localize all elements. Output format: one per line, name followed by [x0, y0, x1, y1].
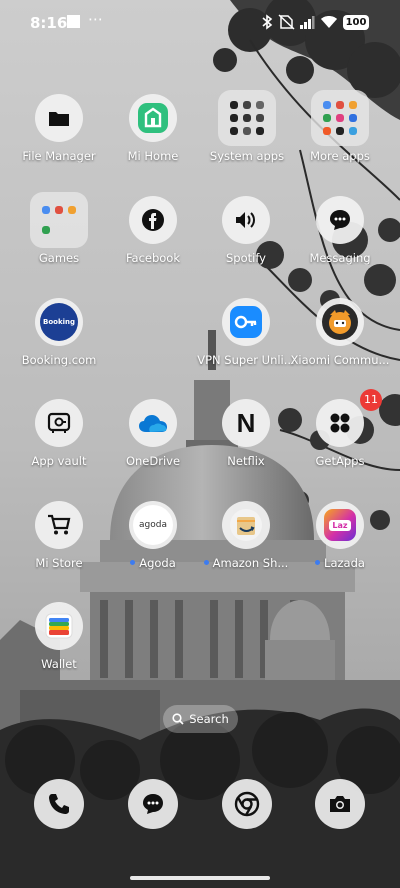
app-label: Xiaomi Commu... — [290, 353, 390, 367]
new-app-dot — [130, 560, 136, 565]
app-label: Messaging — [309, 251, 371, 265]
home-indicator[interactable] — [130, 876, 270, 880]
app-messaging[interactable]: Messaging — [290, 196, 390, 278]
app-label: Netflix — [227, 454, 265, 468]
app-label: Mi Home — [127, 149, 179, 163]
folder-grid-icon — [30, 192, 88, 248]
chat-bubble-icon — [316, 196, 364, 244]
app-label: App vault — [31, 454, 87, 468]
folder-icon — [35, 94, 83, 142]
more-notifications-icon: ⋯ — [88, 10, 104, 28]
cloud-icon — [129, 399, 177, 447]
lazada-logo-text: Laz — [329, 519, 351, 531]
dock-camera[interactable] — [315, 779, 365, 829]
signal-icon — [300, 16, 315, 29]
booking-logo-text: Booking — [40, 303, 78, 341]
cart-icon — [35, 501, 83, 549]
app-xiaomi-community[interactable]: Xiaomi Commu... — [290, 298, 390, 380]
folder-games[interactable]: Games — [9, 192, 109, 278]
app-label: More apps — [310, 149, 370, 163]
folder-grid-icon — [311, 90, 369, 146]
vault-icon — [35, 399, 83, 447]
new-app-dot — [203, 560, 209, 565]
search-label: Search — [189, 712, 229, 726]
netflix-icon: N — [222, 399, 270, 447]
app-wallet[interactable]: Wallet — [9, 602, 109, 684]
folder-system-apps[interactable]: System apps — [197, 90, 297, 176]
app-label: Lazada — [290, 556, 390, 570]
app-mi-home[interactable]: Mi Home — [103, 94, 203, 176]
agoda-logo-text: agoda — [133, 505, 173, 545]
app-agoda[interactable]: agoda Agoda — [103, 501, 203, 583]
app-amazon-shopping[interactable]: Amazon Sh... — [196, 501, 296, 583]
app-label-text: Agoda — [139, 556, 176, 570]
app-label: Amazon Sh... — [196, 556, 296, 570]
chrome-icon — [234, 791, 260, 817]
mi-home-icon — [129, 94, 177, 142]
folder-more-apps[interactable]: More apps — [290, 90, 390, 176]
app-label: Games — [38, 251, 80, 265]
app-label: Booking.com — [21, 353, 97, 367]
app-label: OneDrive — [125, 454, 181, 468]
status-time: 8:16 — [30, 14, 68, 32]
app-app-vault[interactable]: App vault — [9, 399, 109, 481]
status-bar: 8:16 ⋯ 100 — [0, 0, 400, 46]
lazada-icon: Laz — [316, 501, 364, 549]
facebook-icon — [129, 196, 177, 244]
app-label: Facebook — [125, 251, 181, 265]
app-label: System apps — [209, 149, 285, 163]
wallet-icon — [35, 602, 83, 650]
app-label: Spotify — [226, 251, 266, 265]
app-onedrive[interactable]: OneDrive — [103, 399, 203, 481]
getapps-icon — [316, 399, 364, 447]
app-label-text: Amazon Sh... — [212, 556, 289, 570]
app-label: Wallet — [41, 657, 77, 671]
app-booking[interactable]: Booking Booking.com — [9, 298, 109, 380]
xiaomi-community-icon — [316, 298, 364, 346]
netflix-logo-text: N — [236, 407, 256, 438]
app-file-manager[interactable]: File Manager — [9, 94, 109, 176]
camera-icon — [330, 796, 350, 812]
app-label: GetApps — [315, 454, 365, 468]
folder-grid-icon — [218, 90, 276, 146]
app-mi-store[interactable]: Mi Store — [9, 501, 109, 583]
bluetooth-icon — [262, 14, 273, 30]
app-netflix[interactable]: N Netflix — [196, 399, 296, 481]
phone-icon — [49, 794, 69, 814]
messages-icon — [143, 794, 163, 814]
booking-icon: Booking — [35, 298, 83, 346]
amazon-icon — [222, 501, 270, 549]
app-label: Agoda — [103, 556, 203, 570]
new-app-dot — [315, 560, 321, 565]
dock-messages[interactable] — [128, 779, 178, 829]
agoda-icon: agoda — [129, 501, 177, 549]
notification-badge: 11 — [360, 389, 382, 411]
app-lazada[interactable]: Laz Lazada — [290, 501, 390, 583]
app-label: Mi Store — [35, 556, 83, 570]
app-label: File Manager — [22, 149, 96, 163]
dock-chrome[interactable] — [222, 779, 272, 829]
dock-phone[interactable] — [34, 779, 84, 829]
app-label: VPN Super Unli... — [197, 353, 295, 367]
app-label-text: Lazada — [324, 556, 365, 570]
search-icon — [172, 713, 184, 725]
wifi-icon — [321, 16, 337, 28]
vpn-key-icon — [222, 298, 270, 346]
battery-icon: 100 — [343, 15, 369, 30]
app-facebook[interactable]: Facebook — [103, 196, 203, 278]
speaker-icon — [222, 196, 270, 244]
app-getapps[interactable]: 11 GetApps — [290, 389, 390, 481]
no-sim-icon — [278, 14, 295, 30]
app-vpn-super[interactable]: VPN Super Unli... — [196, 298, 296, 380]
search-button[interactable]: Search — [163, 705, 238, 733]
app-spotify[interactable]: Spotify — [196, 196, 296, 278]
notification-square-icon — [67, 15, 80, 28]
